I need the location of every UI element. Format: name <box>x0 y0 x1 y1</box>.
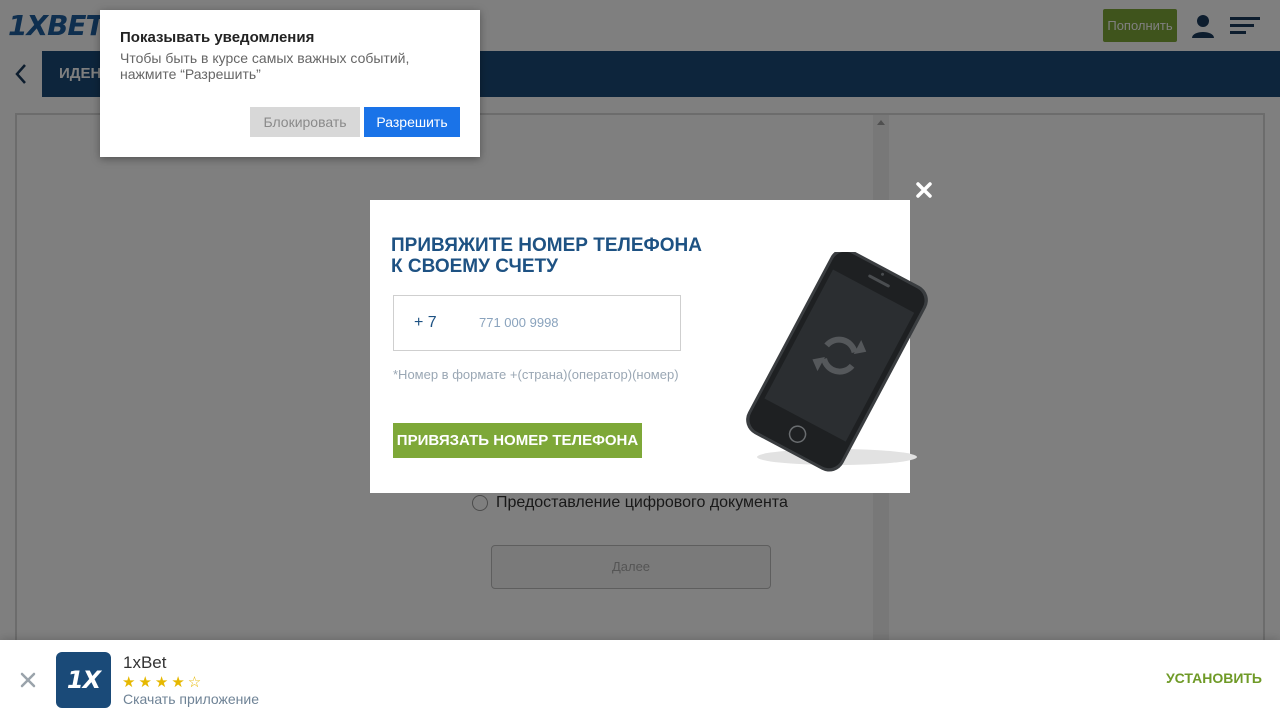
phone-format-hint: *Номер в формате +(страна)(оператор)(ном… <box>393 367 679 382</box>
notification-title: Показывать уведомления <box>120 29 315 46</box>
phone-number-placeholder[interactable]: 771 000 9998 <box>479 296 559 350</box>
bind-phone-modal: ПРИВЯЖИТЕ НОМЕР ТЕЛЕФОНА К СВОЕМУ СЧЕТУ … <box>370 200 928 493</box>
bind-phone-button[interactable]: ПРИВЯЗАТЬ НОМЕР ТЕЛЕФОНА <box>393 423 642 458</box>
app-install-banner: 1X 1xBet ★★★★☆ Скачать приложение УСТАНО… <box>0 640 1280 720</box>
app-name: 1xBet <box>123 653 167 672</box>
country-code[interactable]: + 7 <box>414 296 437 350</box>
modal-title: ПРИВЯЖИТЕ НОМЕР ТЕЛЕФОНА К СВОЕМУ СЧЕТУ <box>391 235 702 277</box>
notification-text: Чтобы быть в курсе самых важных событий,… <box>120 50 410 82</box>
phone-input[interactable]: + 7 771 000 9998 <box>393 295 681 351</box>
app-subtitle: Скачать приложение <box>123 691 260 707</box>
rating-stars: ★★★★☆ <box>122 674 205 691</box>
notification-permission-popup: Показывать уведомления Чтобы быть в курс… <box>100 10 480 157</box>
allow-button[interactable]: Разрешить <box>364 107 460 137</box>
close-icon[interactable] <box>914 180 934 200</box>
app-logo-icon: 1X <box>56 652 111 708</box>
block-button[interactable]: Блокировать <box>250 107 360 137</box>
smartphone-illustration <box>746 252 928 472</box>
close-icon[interactable] <box>19 671 37 689</box>
install-button[interactable]: УСТАНОВИТЬ <box>1166 670 1262 686</box>
